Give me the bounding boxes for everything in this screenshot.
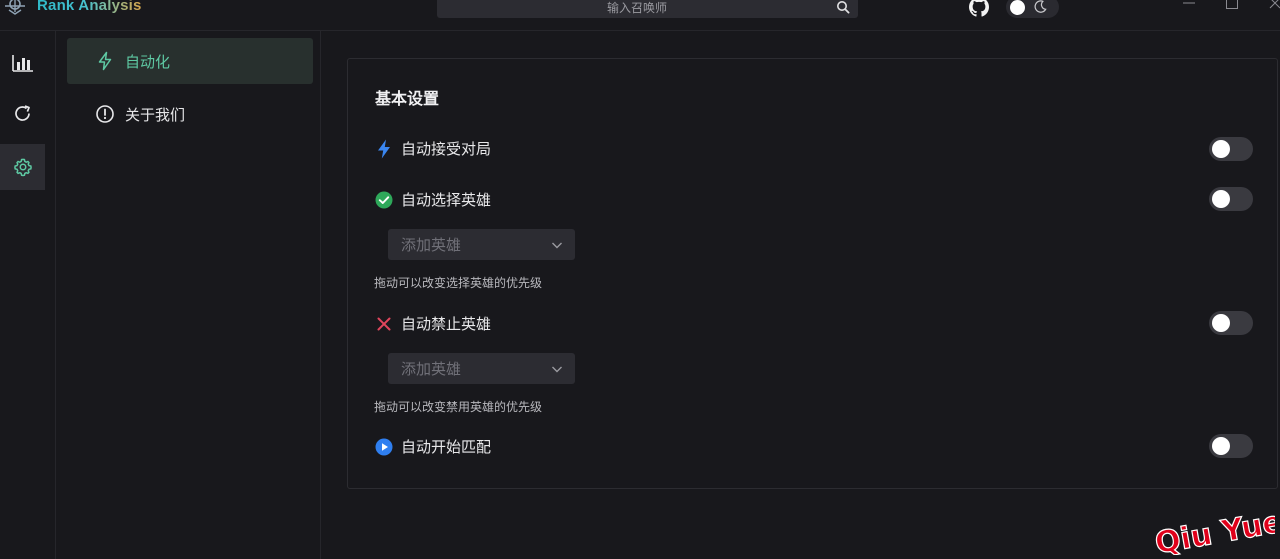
- auto-pick-label: 自动选择英雄: [401, 191, 492, 209]
- auto-ban-row: 自动禁止英雄: [374, 313, 491, 334]
- auto-match-switch[interactable]: [1209, 434, 1253, 458]
- bolt-icon: [378, 139, 390, 158]
- icon-sidebar: [0, 31, 56, 559]
- search-icon[interactable]: [836, 0, 850, 14]
- switch-knob: [1212, 314, 1230, 332]
- lightning-icon: [98, 51, 112, 71]
- auto-pick-row: 自动选择英雄: [374, 189, 491, 210]
- select-placeholder: 添加英雄: [401, 236, 462, 254]
- auto-accept-label: 自动接受对局: [401, 140, 492, 158]
- cross-icon: [377, 317, 391, 330]
- nav-item-label: 自动化: [125, 52, 171, 71]
- theme-toggle-knob: [1010, 0, 1025, 15]
- maximize-icon[interactable]: [1225, 0, 1239, 10]
- pick-hero-select[interactable]: 添加英雄: [388, 229, 575, 260]
- app-logo-icon: [5, 0, 25, 15]
- title-bar: Rank Analysis: [0, 0, 1280, 31]
- check-circle-icon: [375, 191, 393, 208]
- chevron-down-icon: [552, 366, 562, 373]
- auto-accept-row: 自动接受对局: [374, 138, 491, 159]
- auto-pick-switch[interactable]: [1209, 187, 1253, 211]
- switch-knob: [1212, 140, 1230, 158]
- github-icon[interactable]: [969, 0, 989, 17]
- theme-toggle[interactable]: [1006, 0, 1059, 18]
- app-title: Rank Analysis: [37, 0, 142, 14]
- chevron-down-icon: [552, 242, 562, 249]
- settings-nav: 自动化 关于我们: [56, 31, 321, 559]
- select-placeholder: 添加英雄: [401, 360, 462, 378]
- nav-item-label: 关于我们: [125, 105, 186, 124]
- moon-icon: [1034, 0, 1047, 13]
- summoner-search[interactable]: [437, 0, 858, 20]
- card-title: 基本设置: [375, 89, 440, 108]
- switch-knob: [1212, 190, 1230, 208]
- sidebar-item-refresh[interactable]: [0, 91, 45, 137]
- ban-priority-hint: 拖动可以改变禁用英雄的优先级: [374, 400, 543, 414]
- auto-ban-switch[interactable]: [1209, 311, 1253, 335]
- sidebar-item-stats[interactable]: [0, 39, 45, 85]
- gear-icon: [13, 158, 32, 177]
- bar-chart-icon: [11, 55, 33, 72]
- watermark: Qiu Yue: [1155, 504, 1275, 555]
- auto-match-row: 自动开始匹配: [374, 436, 491, 457]
- auto-accept-switch[interactable]: [1209, 137, 1253, 161]
- nav-item-automation[interactable]: 自动化: [67, 38, 313, 84]
- search-input[interactable]: [437, 0, 837, 20]
- nav-item-about[interactable]: 关于我们: [67, 91, 313, 137]
- info-circle-icon: [96, 105, 114, 123]
- refresh-icon: [14, 105, 30, 121]
- auto-match-label: 自动开始匹配: [401, 438, 492, 456]
- play-circle-icon: [375, 438, 393, 455]
- auto-ban-label: 自动禁止英雄: [401, 315, 492, 333]
- switch-knob: [1212, 437, 1230, 455]
- minimize-icon[interactable]: [1182, 0, 1196, 10]
- close-icon[interactable]: [1268, 0, 1280, 10]
- basic-settings-card: 基本设置 自动接受对局 自动选择英雄 添加英雄 拖动可以改变选择英雄的优先级 自…: [347, 58, 1278, 489]
- pick-priority-hint: 拖动可以改变选择英雄的优先级: [374, 276, 543, 290]
- watermark-text: Qiu Yue: [1155, 505, 1275, 555]
- sidebar-item-settings[interactable]: [0, 144, 45, 190]
- ban-hero-select[interactable]: 添加英雄: [388, 353, 575, 384]
